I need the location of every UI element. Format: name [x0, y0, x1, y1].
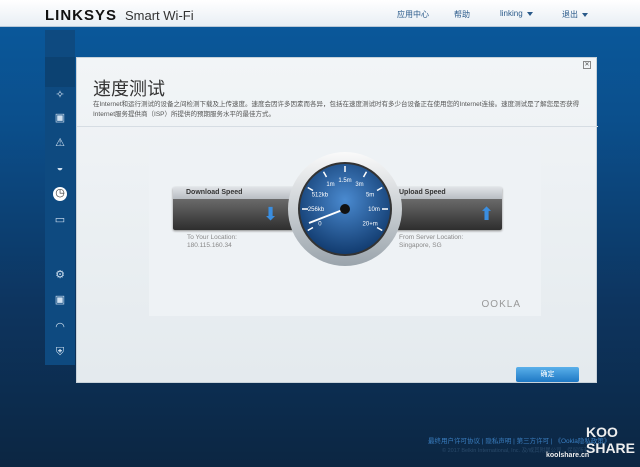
media-prioritization-icon[interactable]: ▣: [54, 294, 66, 306]
sidebar-header: [45, 57, 75, 87]
watermark-url: koolshare.cn: [546, 452, 590, 459]
external-storage-icon[interactable]: ▭: [54, 214, 66, 226]
devices-icon[interactable]: ✧: [54, 89, 66, 101]
from-location: From Server Location: Singapore, SG: [399, 234, 463, 250]
download-arrow-icon: ⬇: [263, 204, 279, 224]
gauge-tick-label: 1.5m: [338, 178, 351, 184]
security-icon[interactable]: ⛨: [54, 346, 66, 358]
from-location-server: Singapore, SG: [399, 242, 442, 249]
chevron-down-icon: [526, 11, 533, 16]
connectivity-icon[interactable]: ⚙: [54, 269, 66, 281]
from-location-label: From Server Location:: [399, 234, 464, 241]
to-location-label: To Your Location:: [187, 234, 237, 241]
to-location: To Your Location: 180.115.160.34: [187, 234, 237, 250]
nav-logout[interactable]: 退出: [562, 9, 588, 20]
speed-test-icon[interactable]: ◷: [53, 187, 67, 201]
logout-label: 退出: [562, 10, 578, 19]
product-name: Smart Wi-Fi: [125, 8, 194, 23]
download-speed-label: Download Speed: [173, 187, 298, 199]
description: 在Internet和运行测试的设备之间检测下载及上传速度。速度会因许多因素而各异…: [93, 101, 580, 118]
network-map-icon[interactable]: ▣: [54, 112, 66, 124]
wireless-icon[interactable]: ◒: [54, 162, 66, 174]
nav-app-center[interactable]: 应用中心: [397, 9, 429, 20]
gauge-tick-label: 512kb: [312, 193, 329, 199]
sidebar: ✧ ▣ ⚠ ◒ ◷ ▭ ⚙ ▣ ◠ ⛨: [45, 30, 75, 365]
nav-user-menu[interactable]: linking: [500, 9, 533, 18]
footer-link-privacy[interactable]: 隐私声明: [485, 438, 511, 445]
close-icon[interactable]: ✕: [583, 61, 591, 69]
ookla-logo: OOKLA: [481, 299, 521, 310]
troubleshooting-icon[interactable]: ⚠: [54, 137, 66, 149]
gauge-tick-label: 1m: [326, 182, 334, 188]
user-name: linking: [500, 9, 523, 18]
gauge-tick-label: 10m: [368, 207, 380, 213]
speed-test-dialog: ✕ 速度测试 在Internet和运行测试的设备之间检测下载及上传速度。速度会因…: [76, 57, 598, 383]
divider: [77, 126, 598, 127]
header: LINKSYS Smart Wi-Fi 应用中心 帮助 linking 退出: [0, 0, 640, 27]
download-speed-panel: Download Speed ⬇: [173, 187, 298, 230]
nav-help[interactable]: 帮助: [454, 9, 470, 20]
gauge-tick-label: 256kb: [308, 207, 325, 213]
chevron-down-icon: [582, 12, 588, 17]
upload-arrow-icon: ⬆: [479, 204, 495, 224]
footer-link-eula[interactable]: 最终用户许可协议: [428, 438, 480, 445]
gauge-tick-label: 3m: [355, 182, 363, 188]
speed-test-widget: Download Speed ⬇ Upload Speed ⬆ To Your …: [149, 146, 541, 316]
footer-link-third-party[interactable]: 第三方许可: [517, 438, 550, 445]
gauge-hub: [340, 204, 350, 214]
koolshare-watermark: KOO SHARE: [586, 424, 636, 456]
gauge-tick-label: 20+m: [363, 222, 378, 228]
to-location-ip: 180.115.160.34: [187, 242, 232, 249]
footer-links: 最终用户许可协议 | 隐私声明 | 第三方许可 | 《Ookla隐私政策》: [428, 438, 611, 445]
page-title: 速度测试: [93, 79, 165, 99]
speed-gauge: 0256kb512kb1m1.5m3m5m10m20+m: [288, 152, 402, 266]
ok-button[interactable]: 确定: [516, 367, 579, 382]
linksys-logo: LINKSYS: [45, 7, 118, 24]
wifi-settings-icon[interactable]: ◠: [54, 321, 66, 333]
gauge-tick-label: 5m: [366, 193, 374, 199]
